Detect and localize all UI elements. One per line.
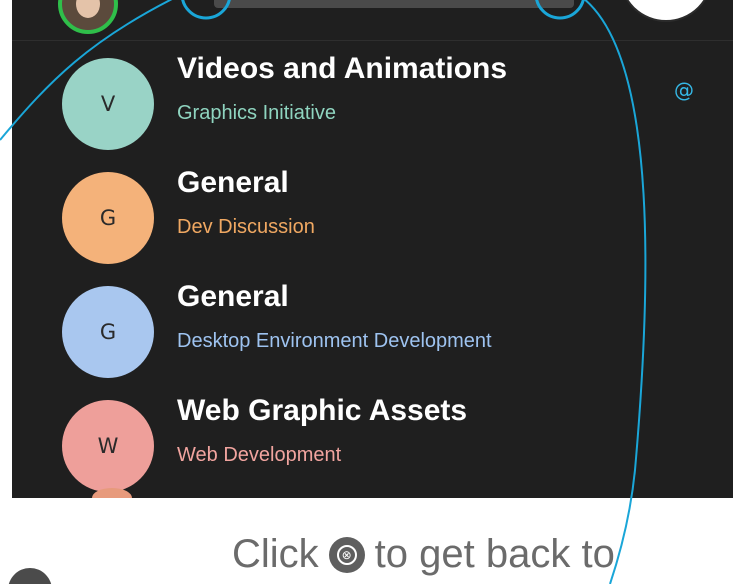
instruction-after: to get back to (374, 532, 615, 576)
search-input[interactable] (214, 0, 574, 8)
space-avatar: G (62, 286, 154, 378)
space-team-name: Graphics Initiative (177, 102, 336, 124)
close-icon: ⊗ (328, 536, 365, 573)
space-item[interactable]: W Web Graphic Assets Web Development (12, 388, 733, 498)
space-title: Videos and Animations (177, 52, 508, 85)
space-avatar: V (62, 58, 154, 150)
instruction-before: Click (232, 532, 319, 576)
space-team-name: Web Development (177, 444, 342, 466)
space-list: V Videos and Animations Graphics Initiativ… (12, 46, 733, 498)
space-avatar: W (62, 400, 154, 492)
user-avatar[interactable] (58, 0, 118, 34)
instruction-text: Click ⊗ to get back to (232, 532, 615, 577)
space-item[interactable]: G General Dev Discussion (12, 160, 733, 274)
close-glyph: ⊗ (336, 544, 357, 565)
space-item[interactable]: G General Desktop Environment Development (12, 274, 733, 388)
top-bar (12, 0, 733, 41)
space-avatar: G (62, 172, 154, 264)
mention-icon: @ (674, 78, 694, 102)
space-title: General (177, 166, 289, 199)
avatar-face (76, 0, 100, 18)
space-team-name: Desktop Environment Development (177, 330, 492, 352)
space-title: General (177, 280, 289, 313)
tutorial-stage: V Videos and Animations Graphics Initiativ… (0, 0, 733, 584)
step-indicator-dot (8, 568, 52, 584)
space-team-name: Dev Discussion (177, 216, 315, 238)
app-window: V Videos and Animations Graphics Initiativ… (12, 0, 733, 498)
compose-button[interactable] (619, 0, 713, 22)
space-item[interactable]: V Videos and Animations Graphics Initiativ… (12, 46, 733, 160)
space-title: Web Graphic Assets (177, 394, 468, 427)
